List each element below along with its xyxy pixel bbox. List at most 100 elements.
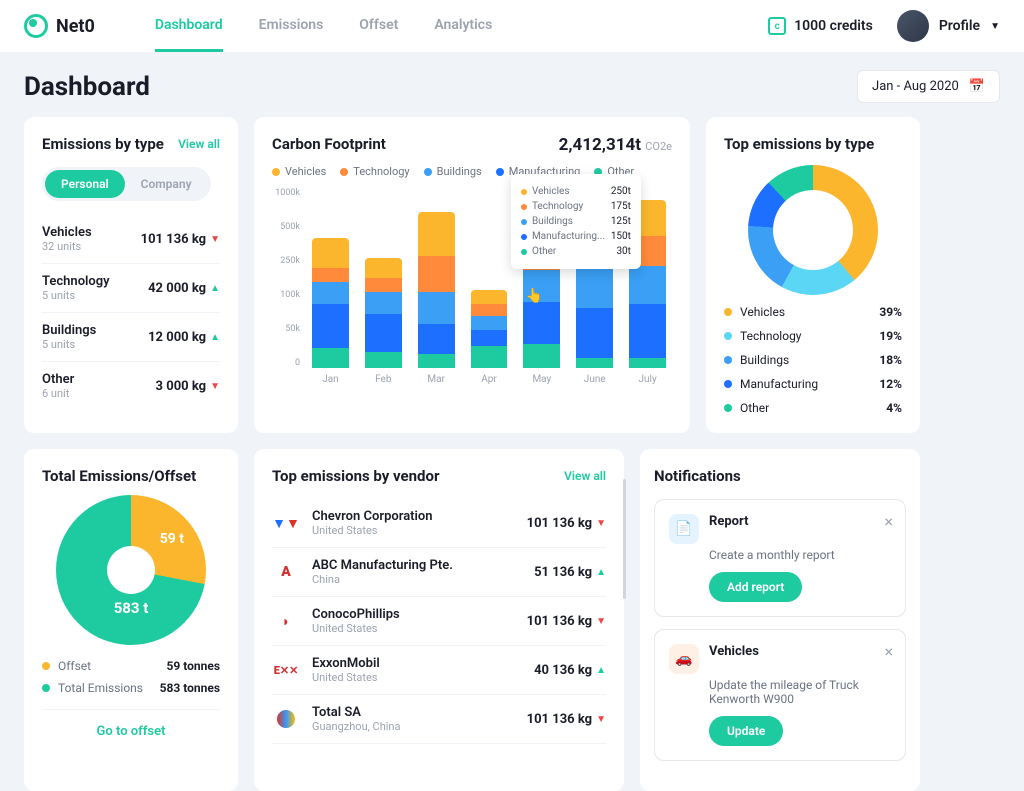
et-sub: 32 units xyxy=(42,240,92,253)
vendor-location: China xyxy=(312,573,522,586)
x-tick: Feb xyxy=(365,374,402,385)
vendor-logo-icon: E✕✕ xyxy=(272,656,300,684)
vendor-location: United States xyxy=(312,622,515,635)
legend-item: Buildings xyxy=(424,165,482,178)
y-tick: 100k xyxy=(272,290,300,300)
y-tick: 1000k xyxy=(272,188,300,198)
calendar-icon: 📅 xyxy=(969,79,985,94)
et-name: Buildings xyxy=(42,323,96,338)
card-top-by-type: Top emissions by type Vehicles 39% Techn… xyxy=(706,117,920,433)
vendor-name: ConocoPhillips xyxy=(312,607,515,622)
notif-type-icon: 🚗 xyxy=(669,644,699,674)
legend-item: Technology xyxy=(340,165,409,178)
date-range-picker[interactable]: Jan - Aug 2020 📅 xyxy=(857,70,1000,103)
x-tick: May xyxy=(523,374,560,385)
chart-bar[interactable] xyxy=(471,290,508,368)
to-offset-label: 59 t xyxy=(160,531,184,547)
et-view-all[interactable]: View all xyxy=(178,137,220,151)
et-name: Vehicles xyxy=(42,225,92,240)
notif-desc: Update the mileage of Truck Kenworth W90… xyxy=(709,678,891,706)
et-row[interactable]: Vehicles 32 units 101 136 kg ▼ xyxy=(42,215,220,264)
card-emissions-by-type: Emissions by type View all Personal Comp… xyxy=(24,117,238,433)
vendor-location: Guangzhou, China xyxy=(312,720,515,733)
et-sub: 5 units xyxy=(42,289,110,302)
credits-badge[interactable]: c 1000 credits xyxy=(768,17,873,35)
chevron-down-icon: ▼ xyxy=(990,21,1000,32)
type-row: Technology 19% xyxy=(724,329,902,343)
vendor-logo-icon: A xyxy=(272,558,300,586)
notif-title: Notifications xyxy=(654,467,906,485)
y-tick: 0 xyxy=(272,358,300,368)
cf-chart: 1000k500k250k100k50k0 Vehicles250tTechno… xyxy=(272,188,672,368)
tbt-donut xyxy=(748,165,878,295)
vendor-row[interactable]: E✕✕ ExxonMobil United States 40 136 kg ▲ xyxy=(272,646,606,695)
et-sub: 5 units xyxy=(42,338,96,351)
vendor-logo-icon: ▼▼ xyxy=(272,509,300,537)
credits-label: 1000 credits xyxy=(794,18,873,34)
tab-analytics[interactable]: Analytics xyxy=(434,1,492,52)
tab-offset[interactable]: Offset xyxy=(359,1,398,52)
vendor-row[interactable]: ◗ ConocoPhillips United States 101 136 k… xyxy=(272,597,606,646)
go-to-offset-link[interactable]: Go to offset xyxy=(42,709,220,739)
vendor-value: 101 136 kg ▼ xyxy=(527,516,606,531)
notif-action-button[interactable]: Add report xyxy=(709,572,802,602)
vendor-location: United States xyxy=(312,671,522,684)
tv-view-all[interactable]: View all xyxy=(564,469,606,483)
offset-legend-row: Offset 59 tonnes xyxy=(42,659,220,673)
to-title: Total Emissions/Offset xyxy=(42,467,220,485)
to-donut: 59 t 583 t xyxy=(56,495,206,645)
vendor-row[interactable]: ▼▼ Chevron Corporation United States 101… xyxy=(272,499,606,548)
logo[interactable]: Net0 xyxy=(24,14,95,38)
notif-desc: Create a monthly report xyxy=(709,548,891,562)
notif-action-button[interactable]: Update xyxy=(709,716,783,746)
chart-bar[interactable] xyxy=(365,258,402,368)
vendor-name: Chevron Corporation xyxy=(312,509,515,524)
notif-type-icon: 📄 xyxy=(669,514,699,544)
profile-label: Profile xyxy=(939,18,980,34)
et-name: Technology xyxy=(42,274,110,289)
topbar: Net0 Dashboard Emissions Offset Analytic… xyxy=(0,0,1024,52)
nav-tabs: Dashboard Emissions Offset Analytics xyxy=(155,1,492,52)
et-name: Other xyxy=(42,372,74,387)
profile-menu[interactable]: Profile ▼ xyxy=(897,10,1000,42)
vendor-name: Total SA xyxy=(312,705,515,720)
toggle-personal[interactable]: Personal xyxy=(45,170,125,198)
et-row[interactable]: Other 6 unit 3 000 kg ▼ xyxy=(42,362,220,410)
tv-title: Top emissions by vendor xyxy=(272,467,439,485)
close-icon[interactable]: × xyxy=(884,642,893,661)
vendor-name: ABC Manufacturing Pte. xyxy=(312,558,522,573)
date-range-label: Jan - Aug 2020 xyxy=(872,79,959,94)
tbt-title: Top emissions by type xyxy=(724,135,902,153)
x-tick: June xyxy=(576,374,613,385)
card-notifications: Notifications × 📄 Report Create a monthl… xyxy=(640,449,920,791)
tab-dashboard[interactable]: Dashboard xyxy=(155,1,223,52)
cf-tooltip: Vehicles250tTechnology175tBuildings125tM… xyxy=(511,174,641,269)
y-tick: 50k xyxy=(272,324,300,334)
vendor-row[interactable]: Total SA Guangzhou, China 101 136 kg ▼ xyxy=(272,695,606,744)
et-value: 3 000 kg ▼ xyxy=(156,379,220,394)
notification-card: × 📄 Report Create a monthly report Add r… xyxy=(654,499,906,617)
et-row[interactable]: Buildings 5 units 12 000 kg ▲ xyxy=(42,313,220,362)
card-carbon-footprint: Carbon Footprint 2,412,314t CO2e Vehicle… xyxy=(254,117,690,433)
to-total-label: 583 t xyxy=(114,599,149,617)
toggle-company[interactable]: Company xyxy=(125,170,208,198)
x-tick: Mar xyxy=(418,374,455,385)
x-tick: Apr xyxy=(471,374,508,385)
et-row[interactable]: Technology 5 units 42 000 kg ▲ xyxy=(42,264,220,313)
scrollbar[interactable] xyxy=(623,479,626,599)
vendor-row[interactable]: A ABC Manufacturing Pte. China 51 136 kg… xyxy=(272,548,606,597)
vendor-value: 101 136 kg ▼ xyxy=(527,712,606,727)
notif-item-title: Report xyxy=(709,514,748,544)
vendor-value: 51 136 kg ▲ xyxy=(534,565,606,580)
logo-icon xyxy=(24,14,48,38)
et-value: 42 000 kg ▲ xyxy=(148,281,220,296)
chart-bar[interactable] xyxy=(418,212,455,368)
brand-name: Net0 xyxy=(56,16,95,37)
avatar xyxy=(897,10,929,42)
chart-bar[interactable] xyxy=(312,238,349,368)
vendor-name: ExxonMobil xyxy=(312,656,522,671)
tab-emissions[interactable]: Emissions xyxy=(259,1,324,52)
close-icon[interactable]: × xyxy=(884,512,893,531)
et-toggle: Personal Company xyxy=(42,167,211,201)
vendor-value: 40 136 kg ▲ xyxy=(534,663,606,678)
